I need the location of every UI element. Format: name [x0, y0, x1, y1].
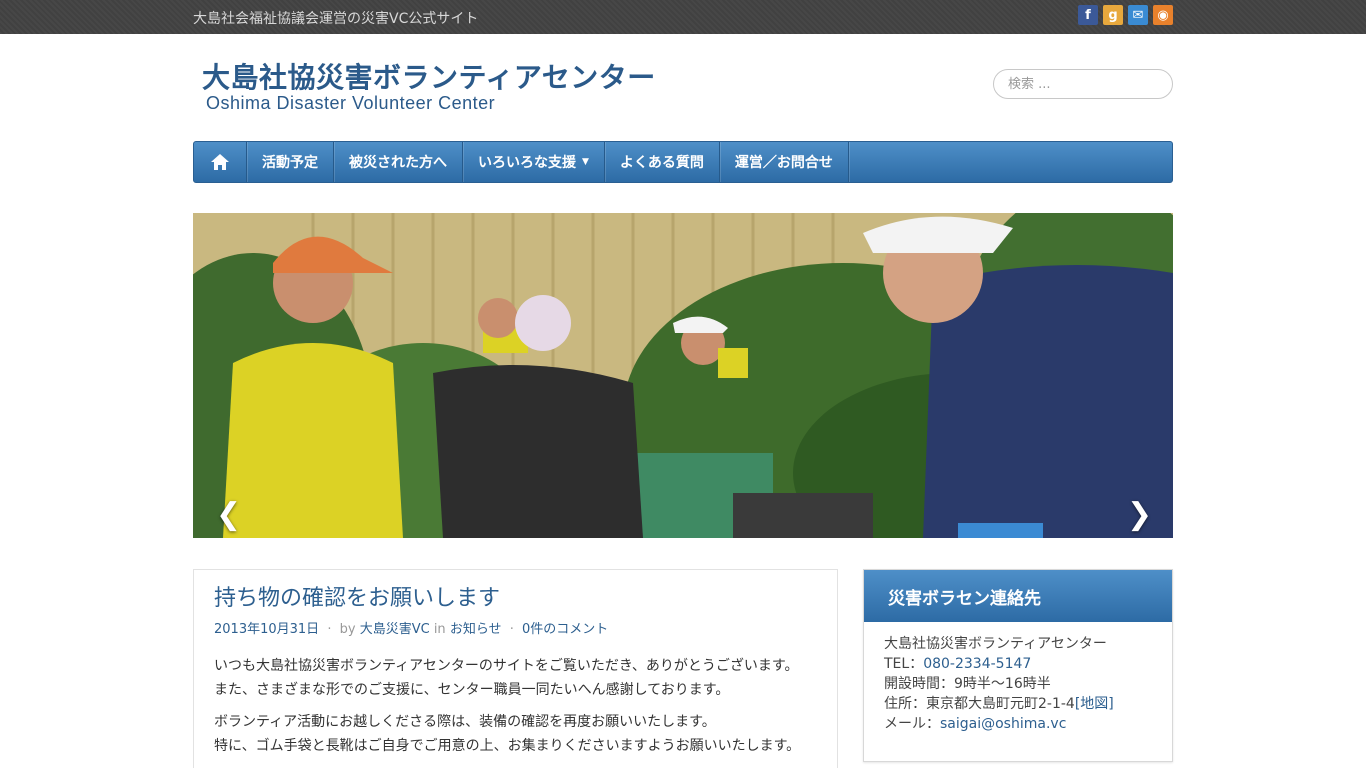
org-name: 大島社協災害ボランティアセンター [884, 636, 1107, 652]
post-meta: 2013年10月31日 · by 大島災害VC in お知らせ · 0件のコメン… [214, 618, 608, 637]
post-comments[interactable]: 0件のコメント [522, 622, 608, 637]
chevron-down-icon: ▼ [582, 157, 589, 167]
post-paragraph: ボランティア活動にお越しくださる際は、装備の確認を再度お願いいたします。 [214, 714, 716, 730]
meta-separator: · [327, 622, 332, 637]
post-paragraph: 特に、ゴム手袋と長靴はご自身でご用意の上、お集まりくださいますようお願いいたしま… [214, 738, 801, 754]
post-by-label: by [339, 622, 356, 637]
widget-body: 大島社協災害ボランティアセンター TEL：080-2334-5147 開設時間：… [864, 622, 1172, 746]
hours-line: 開設時間：9時半〜16時半 [884, 676, 1051, 692]
hero-slider [193, 213, 1173, 538]
top-bar: 大島社会福祉協議会運営の災害VC公式サイト f g ✉ ◉ [0, 0, 1366, 34]
meta-separator: · [509, 622, 514, 637]
post-author[interactable]: 大島災害VC [360, 622, 430, 637]
main-nav: 活動予定 被災された方へ いろいろな支援 ▼ よくある質問 運営／お問合せ [193, 141, 1173, 183]
nav-item-support-label: いろいろな支援 [478, 155, 576, 171]
nav-item-victims[interactable]: 被災された方へ [334, 142, 463, 182]
post-card: 持ち物の確認をお願いします 2013年10月31日 · by 大島災害VC in… [193, 569, 838, 768]
widget-title: 災害ボラセン連絡先 [864, 570, 1172, 622]
rss-icon[interactable]: ◉ [1153, 5, 1173, 25]
tel-label: TEL： [884, 656, 924, 672]
site-tagline: 大島社会福祉協議会運営の災害VC公式サイト [193, 11, 479, 27]
slider-next-arrow[interactable]: ❯ [1127, 497, 1152, 532]
post-paragraph: また、さまざまな形でのご支援に、センター職員一同たいへん感謝しております。 [214, 682, 730, 698]
post-category[interactable]: お知らせ [450, 622, 502, 637]
mail-link[interactable]: saigai@oshima.vc [940, 716, 1066, 732]
google-icon[interactable]: g [1103, 5, 1123, 25]
tel-line: TEL：080-2334-5147 [884, 654, 1152, 674]
post-title[interactable]: 持ち物の確認をお願いします [214, 580, 500, 612]
tel-link[interactable]: 080-2334-5147 [923, 656, 1031, 672]
nav-home[interactable] [194, 142, 247, 182]
slider-prev-arrow[interactable]: ❮ [216, 497, 241, 532]
nav-item-schedule[interactable]: 活動予定 [247, 142, 334, 182]
post-in-label: in [433, 622, 446, 637]
post-paragraph: いつも大島社協災害ボランティアセンターのサイトをご覧いただき、ありがとうございま… [214, 658, 799, 674]
site-logo-subtitle[interactable]: Oshima Disaster Volunteer Center [206, 93, 495, 114]
nav-item-support[interactable]: いろいろな支援 ▼ [463, 142, 605, 182]
mail-line: メール：saigai@oshima.vc [884, 714, 1152, 734]
search-input[interactable] [993, 69, 1173, 99]
address-text: 住所：東京都大島町元町2-1-4 [884, 696, 1075, 712]
contact-widget: 災害ボラセン連絡先 大島社協災害ボランティアセンター TEL：080-2334-… [863, 569, 1173, 762]
post-date[interactable]: 2013年10月31日 [214, 622, 319, 637]
nav-item-faq[interactable]: よくある質問 [605, 142, 720, 182]
slide-photo [193, 213, 1173, 538]
social-links: f g ✉ ◉ [1078, 5, 1173, 25]
mail-icon[interactable]: ✉ [1128, 5, 1148, 25]
site-logo-title[interactable]: 大島社協災害ボランティアセンター [202, 56, 656, 96]
home-icon [211, 154, 229, 170]
nav-item-contact[interactable]: 運営／お問合せ [720, 142, 849, 182]
post-body: いつも大島社協災害ボランティアセンターのサイトをご覧いただき、ありがとうございま… [214, 654, 819, 766]
address-line: 住所：東京都大島町元町2-1-4[地図] [884, 694, 1152, 714]
map-link[interactable]: [地図] [1075, 696, 1114, 712]
facebook-icon[interactable]: f [1078, 5, 1098, 25]
mail-label: メール： [884, 716, 940, 732]
